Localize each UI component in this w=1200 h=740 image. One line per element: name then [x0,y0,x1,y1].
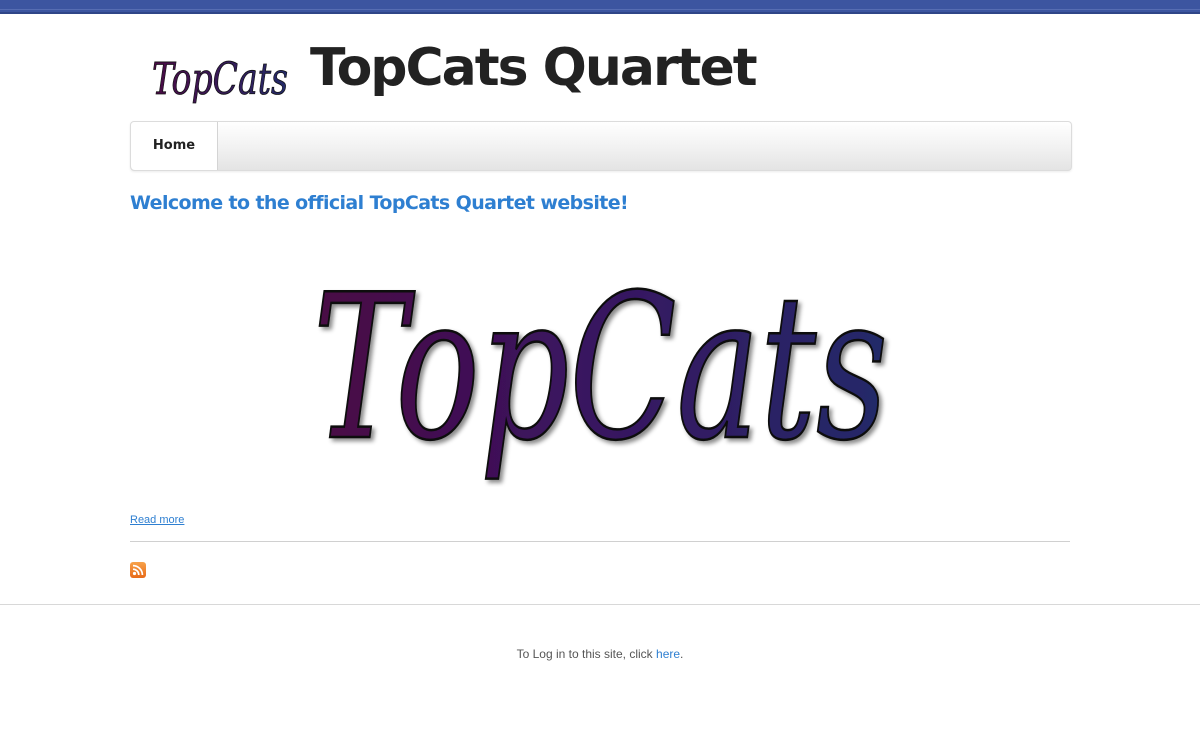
main-nav: Home [130,121,1072,171]
site-title[interactable]: TopCats Quartet [310,39,758,97]
footer-divider [0,604,1200,605]
hero-logo-text: TopCats [313,252,888,485]
nav-item-home[interactable]: Home [131,122,218,170]
site-logo-text: TopCats [152,54,288,105]
footer-text-suffix: . [680,647,684,661]
login-link[interactable]: here [656,647,680,661]
site-header: TopCats TopCats Quartet [130,30,1070,120]
top-bar [0,0,1200,14]
read-more-link[interactable]: Read more [130,514,184,526]
footer-login-text: To Log in to this site, click here. [0,647,1200,661]
site-logo[interactable]: TopCats [148,42,293,110]
hero-logo: TopCats [312,251,890,487]
article-title[interactable]: Welcome to the official TopCats Quartet … [130,192,629,214]
rss-icon[interactable] [130,562,146,578]
footer-text-prefix: To Log in to this site, click [516,647,657,661]
content-divider [130,541,1070,542]
